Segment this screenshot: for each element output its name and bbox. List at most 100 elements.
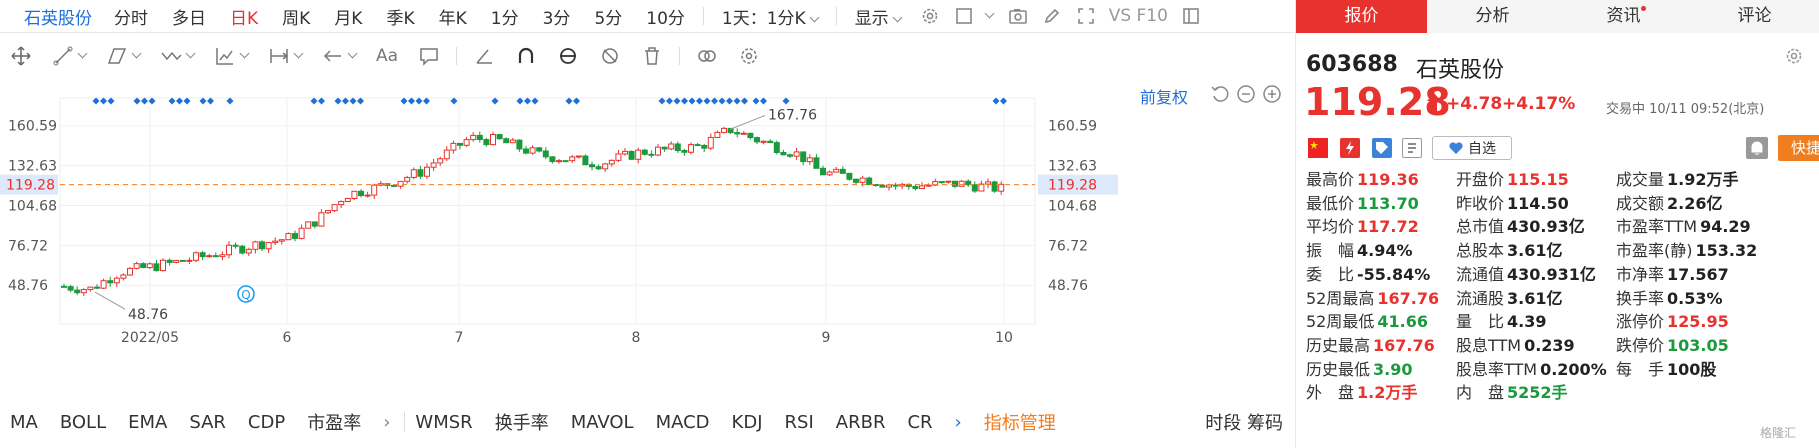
indicator-manage-button[interactable]: 指标管理 [984, 409, 1068, 435]
candle-body [100, 280, 107, 289]
period-tab-active[interactable]: 日K [218, 4, 270, 29]
stat-label: 市净率 [1616, 264, 1665, 284]
drawing-settings-icon[interactable] [738, 45, 760, 67]
indicator-tab[interactable]: MACD [656, 412, 722, 433]
fullscreen-icon[interactable] [1076, 6, 1096, 26]
zoom-in-icon[interactable] [1262, 84, 1282, 108]
pen-icon[interactable] [1042, 6, 1062, 26]
candle-body [886, 184, 892, 188]
high-annotation-label: 167.76 [768, 107, 817, 123]
indicator-tab[interactable]: MA [10, 412, 50, 433]
indicator-tab[interactable]: 市盈率 [307, 409, 373, 435]
comment-icon[interactable] [418, 45, 440, 67]
lock-drawing-icon[interactable] [557, 45, 579, 67]
move-icon[interactable] [10, 45, 32, 67]
square-icon[interactable] [954, 6, 974, 26]
quick-trade-button[interactable]: 快捷交易 [1778, 135, 1819, 161]
magnet-icon[interactable] [515, 45, 537, 67]
display-select[interactable]: 显示 [843, 4, 913, 29]
indicator-tab[interactable]: KDJ [732, 412, 775, 433]
indicator-tab[interactable]: BOLL [60, 412, 118, 433]
period-tab[interactable]: 5分 [582, 4, 634, 29]
tab-news[interactable]: 资讯 [1558, 0, 1689, 33]
candle-body [767, 140, 774, 144]
period-tab[interactable]: 分时 [102, 4, 160, 29]
period-tab[interactable]: 季K [374, 4, 426, 29]
indicator-tab[interactable]: CDP [248, 412, 297, 433]
link-icon[interactable] [696, 45, 718, 67]
indicator-tab[interactable]: RSI [785, 412, 826, 433]
tab-analysis[interactable]: 分析 [1427, 0, 1558, 33]
candle-body [556, 160, 562, 163]
period-tab[interactable]: 10分 [634, 4, 697, 29]
timeframe-select[interactable]: 1天：1分K [710, 4, 830, 29]
trendline-icon[interactable] [52, 45, 88, 67]
candle-body [991, 181, 998, 192]
indicator-tab[interactable]: ARBR [836, 412, 898, 433]
event-marker [199, 97, 207, 105]
stat-item: 总市值 430.93亿 [1456, 213, 1585, 237]
y-tick-label-left: 104.68 [8, 198, 57, 214]
chevron-down-icon[interactable] [984, 8, 995, 18]
tab-comments[interactable]: 评论 [1689, 0, 1819, 33]
settings-icon[interactable] [920, 6, 940, 26]
china-flag-icon [1308, 138, 1328, 158]
arrow-left-icon[interactable] [322, 45, 358, 67]
event-marker [183, 97, 191, 105]
stat-item: 总股本 3.61亿 [1456, 237, 1563, 261]
indicator-tab[interactable]: CR [907, 412, 944, 433]
period-tab[interactable]: 3分 [531, 4, 583, 29]
trash-icon[interactable] [641, 45, 663, 67]
period-tab[interactable]: 多日 [160, 4, 218, 29]
candle-body [503, 138, 510, 144]
tag-icon[interactable] [1372, 138, 1392, 158]
range-icon[interactable] [268, 45, 304, 67]
adjust-mode-button[interactable]: 前复权 [1140, 84, 1188, 108]
indicator-tab[interactable]: SAR [189, 412, 238, 433]
vs-f10-button[interactable]: VS F10 [1103, 6, 1174, 26]
trading-status: 交易中 10/11 09:52(北京) [1606, 102, 1765, 117]
stat-item: 换手率 0.53% [1616, 285, 1723, 309]
stat-value: 3.61亿 [1507, 241, 1563, 261]
channel-icon[interactable] [106, 45, 142, 67]
text-tool-icon[interactable]: Aa [376, 46, 398, 66]
candle-body [212, 255, 219, 258]
indicator-tab[interactable]: WMSR [415, 412, 484, 433]
period-tab[interactable]: 月K [322, 4, 374, 29]
reset-icon[interactable] [1210, 84, 1230, 108]
watch-label: 自选 [1468, 141, 1496, 157]
period-tab[interactable]: 年K [427, 4, 479, 29]
stat-item: 振 幅 4.94% [1306, 237, 1413, 261]
x-tick-label: 8 [632, 330, 641, 346]
period-tab[interactable]: 1分 [479, 4, 531, 29]
stat-label: 最高价 [1306, 170, 1355, 189]
indicator-tab[interactable]: MAVOL [571, 412, 646, 433]
gear-icon[interactable] [1784, 46, 1804, 70]
tab-quote[interactable]: 报价 [1296, 0, 1427, 33]
stock-name-link[interactable]: 石英股份 [0, 4, 102, 29]
sidebar-toggle-icon[interactable] [1181, 6, 1201, 26]
period-tab[interactable]: 周K [270, 4, 322, 29]
current-price-label-left: 119.28 [6, 178, 55, 194]
document-icon[interactable] [1402, 138, 1422, 158]
angle-icon[interactable] [473, 45, 495, 67]
zoom-out-icon[interactable] [1236, 84, 1256, 108]
bell-icon[interactable] [1746, 137, 1768, 159]
margin-trading-icon[interactable] [1340, 138, 1360, 158]
candle-body [549, 156, 556, 163]
camera-icon[interactable] [1008, 6, 1028, 26]
hide-drawing-icon[interactable] [599, 45, 621, 67]
wave-icon[interactable] [160, 45, 196, 67]
chevron-right-icon[interactable]: › [383, 412, 394, 433]
fibonacci-icon[interactable] [214, 45, 250, 67]
candle-body [146, 263, 153, 269]
kline-chart[interactable]: 160.59 160.59 132.63 132.63 104.68 104.68 76.7… [0, 80, 1295, 402]
stat-item: 股息TTM 0.239 [1456, 332, 1575, 356]
add-watchlist-button[interactable]: 自选 [1432, 136, 1512, 160]
indicator-tab[interactable]: 换手率 [495, 409, 561, 435]
period-chip-button[interactable]: 时段 筹码 [1205, 409, 1295, 435]
indicator-tab[interactable]: EMA [128, 412, 179, 433]
stat-item: 历史最高 167.76 [1306, 332, 1435, 356]
event-marker [349, 97, 357, 105]
chevron-right-icon[interactable]: › [955, 412, 974, 433]
